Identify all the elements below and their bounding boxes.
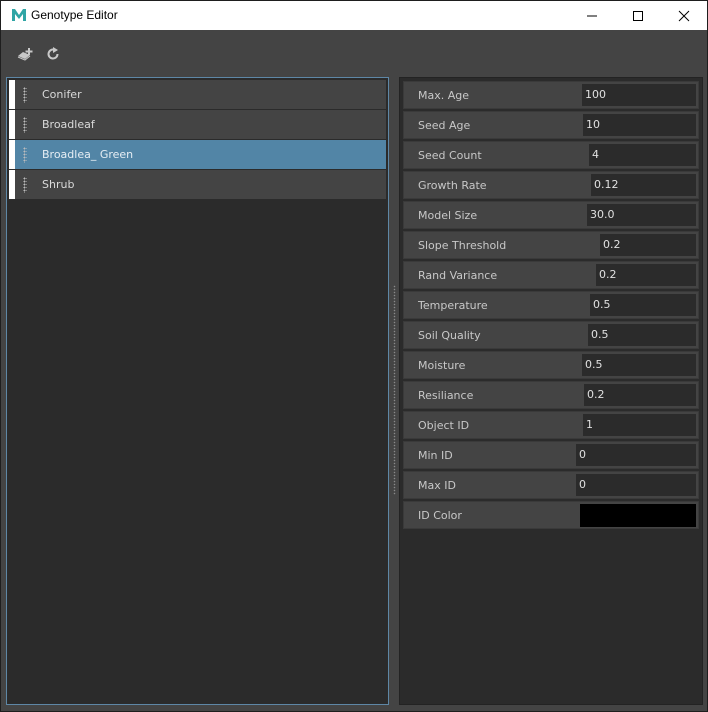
attr-row-object-id: Object ID: [403, 411, 699, 439]
attr-label: Min ID: [418, 449, 453, 462]
genotype-color-marker: [9, 110, 15, 139]
temperature-field[interactable]: [590, 294, 696, 316]
max-age-field[interactable]: [582, 84, 696, 106]
attr-row-max-id: Max ID: [403, 471, 699, 499]
attr-row-max-age: Max. Age: [403, 81, 699, 109]
attr-label: Max. Age: [418, 89, 470, 102]
minimize-icon: [587, 15, 597, 16]
attr-row-resiliance: Resiliance: [403, 381, 699, 409]
maximize-button[interactable]: [615, 1, 661, 30]
seed-age-field[interactable]: [583, 114, 696, 136]
genotype-color-marker: [9, 140, 15, 169]
genotype-label: Conifer: [42, 88, 82, 101]
refresh-icon: [47, 47, 59, 60]
panel-splitter-handle[interactable]: [393, 285, 396, 495]
add-genotype-button[interactable]: [16, 44, 36, 64]
genotype-list: Conifer Broadleaf Broadlea_ Green Shrub: [9, 80, 386, 702]
maya-app-icon: [11, 7, 27, 23]
attr-label: Temperature: [418, 299, 488, 312]
genotype-label: Broadleaf: [42, 118, 95, 131]
attr-label: Seed Count: [418, 149, 482, 162]
genotype-color-marker: [9, 170, 15, 199]
min-id-field[interactable]: [576, 444, 696, 466]
attr-row-soil-quality: Soil Quality: [403, 321, 699, 349]
drag-handle-icon[interactable]: [23, 176, 27, 193]
minimize-button[interactable]: [569, 1, 615, 30]
attr-label: Rand Variance: [418, 269, 498, 282]
max-id-field[interactable]: [576, 474, 696, 496]
growth-rate-field[interactable]: [591, 174, 696, 196]
genotype-list-panel: Conifer Broadleaf Broadlea_ Green Shrub: [6, 77, 389, 705]
attr-label: Moisture: [418, 359, 466, 372]
drag-handle-icon[interactable]: [23, 146, 27, 163]
soil-quality-field[interactable]: [588, 324, 696, 346]
slope-threshold-field[interactable]: [600, 234, 696, 256]
model-size-field[interactable]: [587, 204, 696, 226]
attr-label: Slope Threshold: [418, 239, 507, 252]
close-icon: [678, 10, 690, 21]
genotype-item-broadleaf-green[interactable]: Broadlea_ Green: [9, 140, 386, 169]
attr-row-seed-count: Seed Count: [403, 141, 699, 169]
genotype-label: Shrub: [42, 178, 75, 191]
attr-row-seed-age: Seed Age: [403, 111, 699, 139]
drag-handle-icon[interactable]: [23, 86, 27, 103]
refresh-button[interactable]: [43, 44, 63, 64]
rand-variance-field[interactable]: [596, 264, 696, 286]
attr-label: Soil Quality: [418, 329, 481, 342]
attr-row-id-color: ID Color: [403, 501, 699, 529]
attr-label: Model Size: [418, 209, 478, 222]
attribute-list: Max. Age Seed Age Seed Count Growth Rate…: [403, 81, 699, 531]
attr-label: Seed Age: [418, 119, 471, 132]
genotype-item-conifer[interactable]: Conifer: [9, 80, 386, 109]
attr-label: Resiliance: [418, 389, 474, 402]
toolbar: [1, 30, 707, 76]
attribute-panel: Max. Age Seed Age Seed Count Growth Rate…: [399, 77, 703, 705]
object-id-field[interactable]: [583, 414, 696, 436]
window-title: Genotype Editor: [31, 8, 118, 22]
attr-label: Growth Rate: [418, 179, 487, 192]
attr-row-temperature: Temperature: [403, 291, 699, 319]
attr-row-growth-rate: Growth Rate: [403, 171, 699, 199]
attr-label: Max ID: [418, 479, 456, 492]
attr-row-slope-threshold: Slope Threshold: [403, 231, 699, 259]
genotype-item-broadleaf[interactable]: Broadleaf: [9, 110, 386, 139]
attr-row-rand-variance: Rand Variance: [403, 261, 699, 289]
title-bar[interactable]: Genotype Editor: [1, 1, 707, 30]
genotype-color-marker: [9, 80, 15, 109]
attr-label: ID Color: [418, 509, 462, 522]
genotype-editor-window: Genotype Editor Conifer Broadleaf Broadl…: [0, 0, 708, 712]
attr-row-min-id: Min ID: [403, 441, 699, 469]
attr-row-moisture: Moisture: [403, 351, 699, 379]
close-button[interactable]: [661, 1, 707, 30]
add-genotype-icon: [17, 48, 33, 61]
seed-count-field[interactable]: [589, 144, 696, 166]
moisture-field[interactable]: [582, 354, 696, 376]
drag-handle-icon[interactable]: [23, 116, 27, 133]
attr-label: Object ID: [418, 419, 470, 432]
genotype-label: Broadlea_ Green: [42, 148, 134, 161]
attr-row-model-size: Model Size: [403, 201, 699, 229]
resiliance-field[interactable]: [584, 384, 696, 406]
id-color-swatch[interactable]: [580, 504, 696, 527]
genotype-item-shrub[interactable]: Shrub: [9, 170, 386, 199]
maximize-icon: [633, 10, 643, 21]
